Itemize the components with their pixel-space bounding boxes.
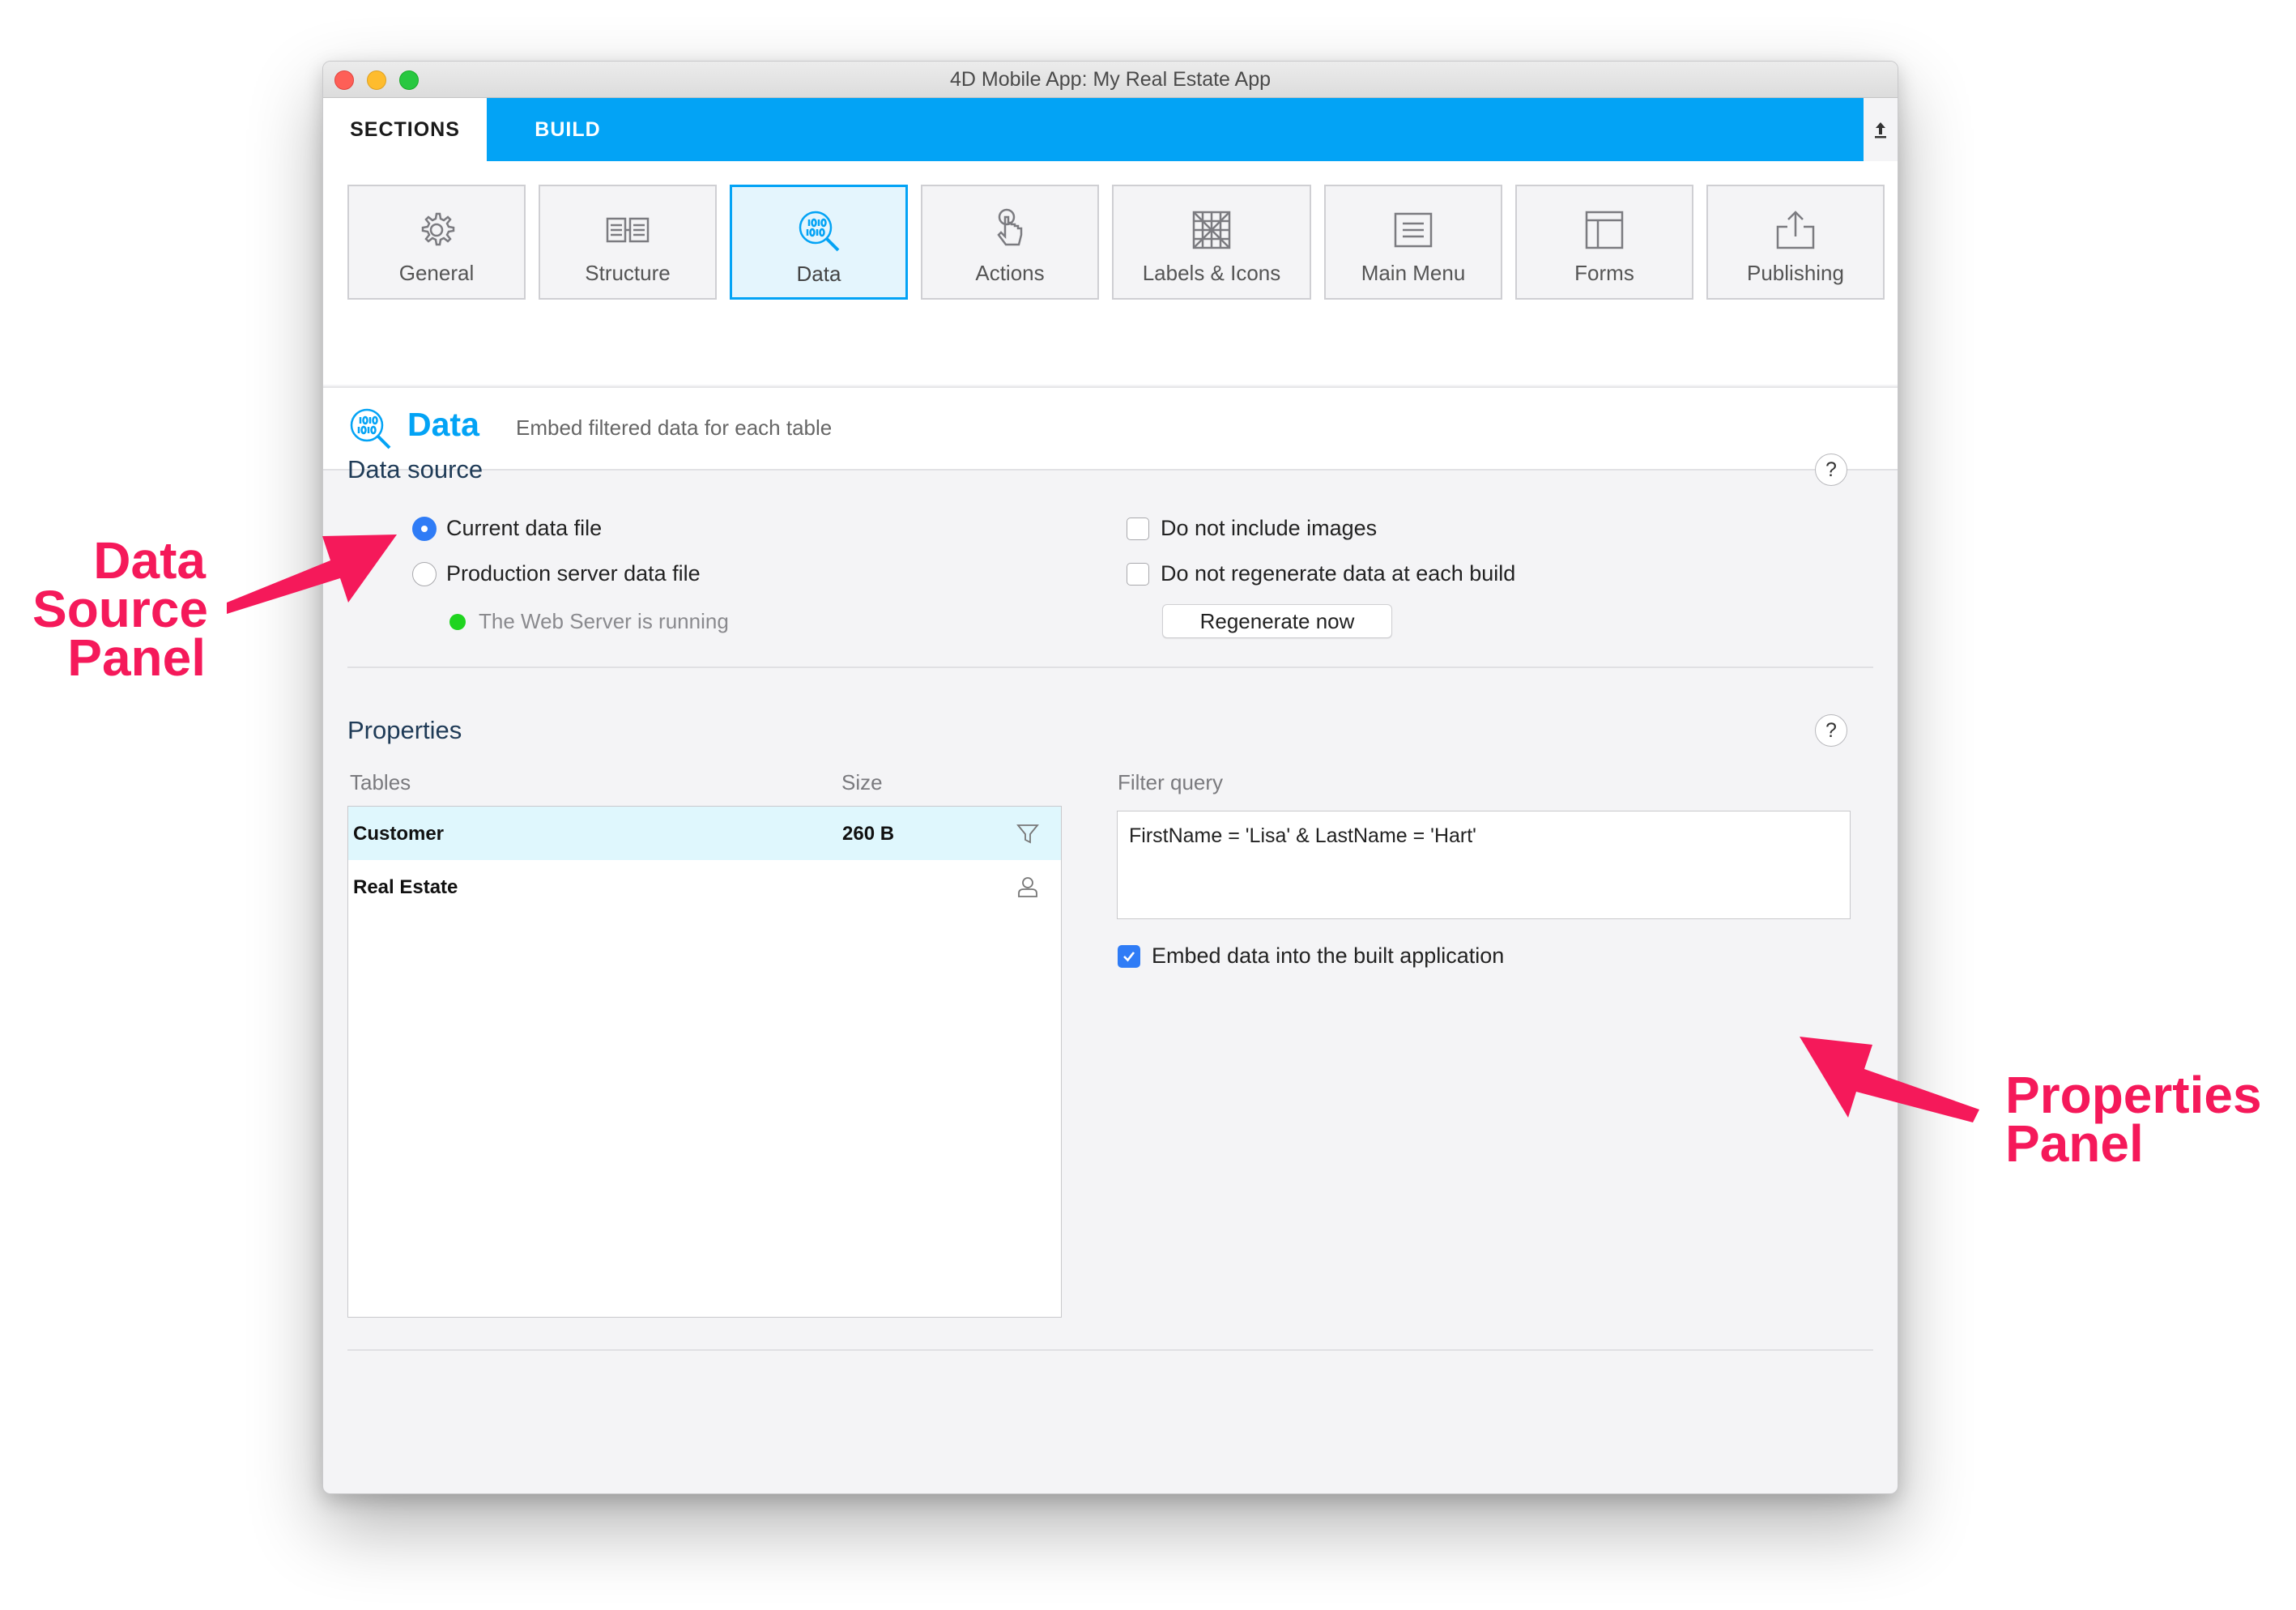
filter-query-label: Filter query xyxy=(1118,770,1224,794)
check-no-images[interactable]: Do not include images xyxy=(1127,516,1377,541)
annotation-text: Data xyxy=(93,531,206,590)
tab-sections[interactable]: SECTIONS xyxy=(323,98,487,161)
user-icon[interactable] xyxy=(1016,875,1040,899)
table-name: Customer xyxy=(353,823,445,845)
form-layout-icon xyxy=(1585,211,1624,249)
gear-icon xyxy=(421,212,455,246)
section-data[interactable]: Data xyxy=(730,185,908,300)
top-tab-bar: SECTIONS BUILD xyxy=(323,98,1864,161)
section-publishing[interactable]: Publishing xyxy=(1706,185,1885,300)
regenerate-now-button[interactable]: Regenerate now xyxy=(1162,604,1392,638)
section-structure[interactable]: Structure xyxy=(539,185,717,300)
properties-help-button[interactable]: ? xyxy=(1815,714,1847,747)
table-name: Real Estate xyxy=(353,876,458,898)
checkbox-unchecked-icon xyxy=(1127,562,1149,586)
section-forms[interactable]: Forms xyxy=(1515,185,1693,300)
page-title: Data xyxy=(407,406,479,443)
tables-column-header: Tables xyxy=(350,770,411,794)
section-labels-icons[interactable]: Labels & Icons xyxy=(1112,185,1311,300)
status-dot-icon xyxy=(449,613,466,630)
data-source-help-button[interactable]: ? xyxy=(1815,454,1847,486)
title-bar: 4D Mobile App: My Real Estate App xyxy=(323,62,1898,98)
section-main-menu[interactable]: Main Menu xyxy=(1324,185,1502,300)
annotation-text: Panel xyxy=(67,628,206,687)
section-label: Data xyxy=(796,262,841,286)
section-label: Publishing xyxy=(1747,261,1844,285)
section-general[interactable]: General xyxy=(347,185,526,300)
server-status-text: The Web Server is running xyxy=(479,609,729,633)
annotation-properties: Properties Panel xyxy=(2005,1066,2262,1173)
table-row[interactable]: Real Estate xyxy=(348,860,1061,914)
annotation-text: Panel xyxy=(2005,1114,2144,1173)
tap-hand-icon xyxy=(997,208,1023,246)
radio-production-data-file[interactable]: Production server data file xyxy=(412,561,701,586)
page-subtitle: Embed filtered data for each table xyxy=(516,415,833,440)
divider xyxy=(347,1349,1873,1351)
section-actions[interactable]: Actions xyxy=(921,185,1099,300)
server-status: The Web Server is running xyxy=(449,609,729,634)
size-column-header: Size xyxy=(841,770,883,794)
section-label: General xyxy=(398,261,475,285)
checkbox-unchecked-icon xyxy=(1127,517,1149,540)
radio-unselected-icon xyxy=(412,561,437,586)
labels-grid-icon xyxy=(1192,211,1231,249)
checkbox-label: Do not include images xyxy=(1161,516,1378,540)
radio-label: Production server data file xyxy=(446,561,701,586)
radio-current-data-file[interactable]: Current data file xyxy=(412,516,602,541)
checkbox-label: Embed data into the built application xyxy=(1152,943,1505,968)
table-size: 260 B xyxy=(842,823,895,845)
tab-build[interactable]: BUILD xyxy=(487,98,649,161)
filter-query-input[interactable]: FirstName = 'Lisa' & LastName = 'Hart' xyxy=(1117,811,1851,919)
radio-label: Current data file xyxy=(446,516,603,540)
window-title: 4D Mobile App: My Real Estate App xyxy=(949,68,1272,91)
table-row[interactable]: Customer 260 B xyxy=(348,807,1061,860)
section-label: Structure xyxy=(585,261,671,285)
check-no-regenerate[interactable]: Do not regenerate data at each build xyxy=(1127,561,1515,586)
annotation-arrow-right-icon xyxy=(1800,1037,1979,1122)
section-label: Actions xyxy=(975,261,1045,285)
page-header: Data Embed filtered data for each table xyxy=(323,386,1898,471)
menu-list-icon xyxy=(1394,212,1433,248)
section-label: Main Menu xyxy=(1361,261,1466,285)
section-toolbar: General Structure Data Actions Labels & … xyxy=(323,161,1898,471)
checkbox-checked-icon xyxy=(1118,944,1140,968)
annotation-data-source: Data Source Panel xyxy=(32,531,208,687)
annotation-text: Properties xyxy=(2005,1066,2262,1124)
section-label: Forms xyxy=(1574,261,1634,285)
annotation-text: Source xyxy=(32,580,208,638)
data-source-heading: Data source xyxy=(347,455,483,483)
check-embed-data[interactable]: Embed data into the built application xyxy=(1118,943,1504,969)
filter-icon[interactable] xyxy=(1016,821,1040,845)
data-search-icon xyxy=(350,408,391,449)
upload-arrow-icon[interactable] xyxy=(1867,104,1894,155)
annotation-arrow-left-icon xyxy=(227,535,397,614)
radio-selected-icon xyxy=(412,516,437,541)
checkbox-label: Do not regenerate data at each build xyxy=(1161,561,1516,586)
structure-icon xyxy=(606,217,650,243)
section-label: Labels & Icons xyxy=(1142,261,1281,285)
divider xyxy=(347,667,1873,668)
data-search-icon xyxy=(799,211,840,252)
share-upload-icon xyxy=(1776,211,1815,249)
app-window: 4D Mobile App: My Real Estate App SECTIO… xyxy=(322,61,1898,1494)
properties-heading: Properties xyxy=(347,716,462,744)
tables-list[interactable]: Customer 260 B Real Estate xyxy=(347,806,1062,1318)
